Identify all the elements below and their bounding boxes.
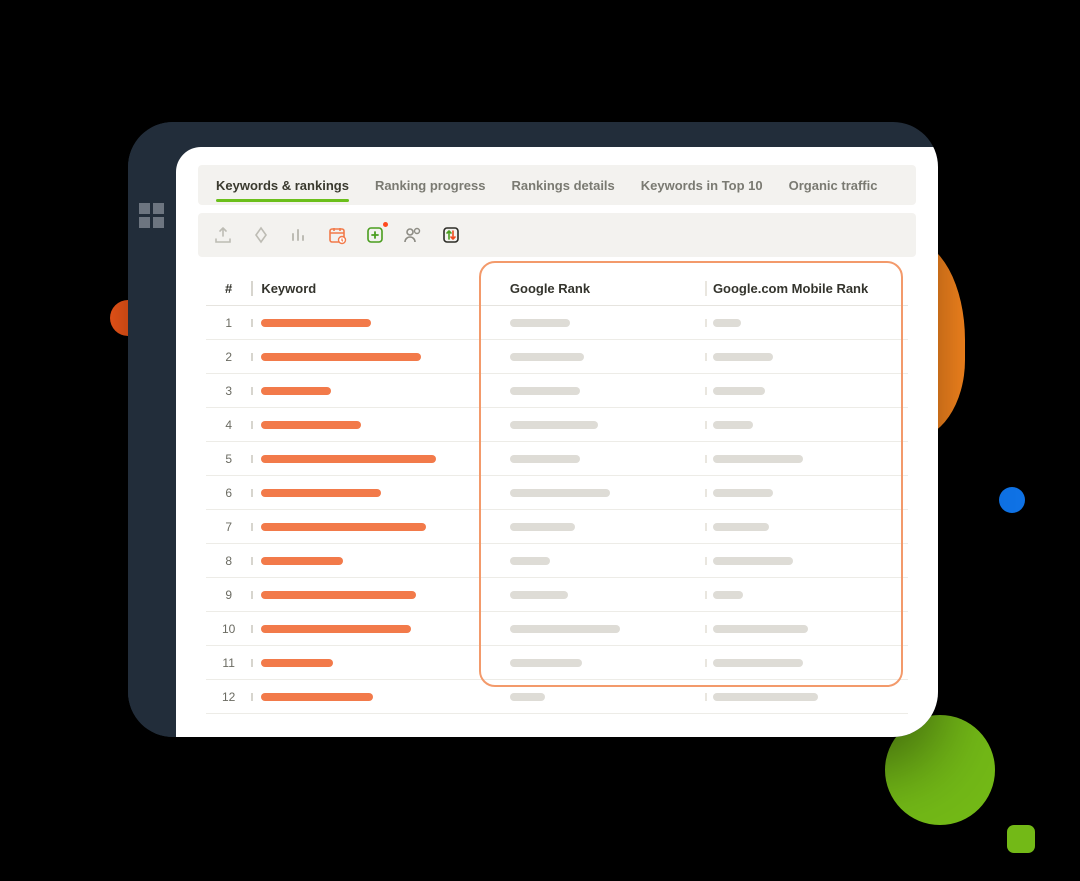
- tab-0[interactable]: Keywords & rankings: [216, 178, 349, 193]
- cell-google-rank: [488, 319, 705, 327]
- tab-bar: Keywords & rankings Ranking progress Ranki…: [198, 165, 916, 205]
- cell-google-rank: [488, 353, 705, 361]
- row-index: 8: [206, 554, 251, 568]
- cell-keyword: [251, 319, 488, 327]
- cell-google-rank: [488, 387, 705, 395]
- sort-icon[interactable]: [440, 224, 462, 246]
- cell-mobile-rank: [705, 523, 908, 531]
- merge-icon[interactable]: [250, 224, 272, 246]
- table-row[interactable]: 11: [206, 646, 908, 680]
- cell-google-rank: [488, 421, 705, 429]
- table-header: # Keyword Google Rank Google.com Mobile …: [206, 271, 908, 306]
- row-index: 4: [206, 418, 251, 432]
- cell-mobile-rank: [705, 489, 908, 497]
- table-row[interactable]: 2: [206, 340, 908, 374]
- export-icon[interactable]: [212, 224, 234, 246]
- toolbar: [198, 213, 916, 257]
- table-row[interactable]: 8: [206, 544, 908, 578]
- row-index: 6: [206, 486, 251, 500]
- assign-icon[interactable]: [402, 224, 424, 246]
- app-logo-icon: [138, 202, 166, 230]
- tab-4[interactable]: Organic traffic: [789, 178, 878, 193]
- cell-keyword: [251, 489, 488, 497]
- schedule-icon[interactable]: [326, 224, 348, 246]
- cell-mobile-rank: [705, 353, 908, 361]
- col-google-rank[interactable]: Google Rank: [488, 281, 705, 296]
- stage: Keywords & rankings Ranking progress Ranki…: [0, 0, 1080, 881]
- table-row[interactable]: 9: [206, 578, 908, 612]
- cell-mobile-rank: [705, 591, 908, 599]
- table-row[interactable]: 5: [206, 442, 908, 476]
- cell-mobile-rank: [705, 455, 908, 463]
- table-row[interactable]: 10: [206, 612, 908, 646]
- cell-keyword: [251, 693, 488, 701]
- cell-keyword: [251, 421, 488, 429]
- side-rail: [128, 122, 176, 737]
- cell-mobile-rank: [705, 319, 908, 327]
- table-row[interactable]: 7: [206, 510, 908, 544]
- tab-2[interactable]: Rankings details: [511, 178, 614, 193]
- row-index: 10: [206, 622, 251, 636]
- decor-blue: [999, 487, 1025, 513]
- col-keyword[interactable]: Keyword: [251, 281, 488, 296]
- col-mobile-rank[interactable]: Google.com Mobile Rank: [705, 281, 908, 296]
- cell-mobile-rank: [705, 625, 908, 633]
- row-index: 9: [206, 588, 251, 602]
- row-index: 12: [206, 690, 251, 704]
- row-index: 7: [206, 520, 251, 534]
- tablet-frame: Keywords & rankings Ranking progress Ranki…: [128, 122, 938, 737]
- cell-keyword: [251, 557, 488, 565]
- row-index: 5: [206, 452, 251, 466]
- table-row[interactable]: 6: [206, 476, 908, 510]
- tab-3[interactable]: Keywords in Top 10: [641, 178, 763, 193]
- cell-google-rank: [488, 659, 705, 667]
- cell-google-rank: [488, 591, 705, 599]
- table-row[interactable]: 3: [206, 374, 908, 408]
- cell-google-rank: [488, 625, 705, 633]
- stats-icon[interactable]: [288, 224, 310, 246]
- tab-1[interactable]: Ranking progress: [375, 178, 486, 193]
- row-index: 11: [206, 656, 251, 670]
- table-row[interactable]: 1: [206, 306, 908, 340]
- add-icon[interactable]: [364, 224, 386, 246]
- col-index[interactable]: #: [206, 281, 251, 296]
- row-index: 3: [206, 384, 251, 398]
- cell-mobile-rank: [705, 421, 908, 429]
- row-index: 2: [206, 350, 251, 364]
- cell-google-rank: [488, 523, 705, 531]
- cell-keyword: [251, 523, 488, 531]
- cell-google-rank: [488, 557, 705, 565]
- cell-keyword: [251, 591, 488, 599]
- cell-keyword: [251, 625, 488, 633]
- cell-mobile-rank: [705, 693, 908, 701]
- cell-keyword: [251, 353, 488, 361]
- screen: Keywords & rankings Ranking progress Ranki…: [176, 147, 938, 737]
- cell-mobile-rank: [705, 659, 908, 667]
- cell-keyword: [251, 455, 488, 463]
- cell-mobile-rank: [705, 557, 908, 565]
- keywords-table: # Keyword Google Rank Google.com Mobile …: [206, 271, 908, 714]
- table-row[interactable]: 4: [206, 408, 908, 442]
- cell-google-rank: [488, 455, 705, 463]
- table-row[interactable]: 12: [206, 680, 908, 714]
- cell-mobile-rank: [705, 387, 908, 395]
- cell-keyword: [251, 387, 488, 395]
- cell-google-rank: [488, 693, 705, 701]
- cell-google-rank: [488, 489, 705, 497]
- decor-green-small: [1007, 825, 1035, 853]
- cell-keyword: [251, 659, 488, 667]
- row-index: 1: [206, 316, 251, 330]
